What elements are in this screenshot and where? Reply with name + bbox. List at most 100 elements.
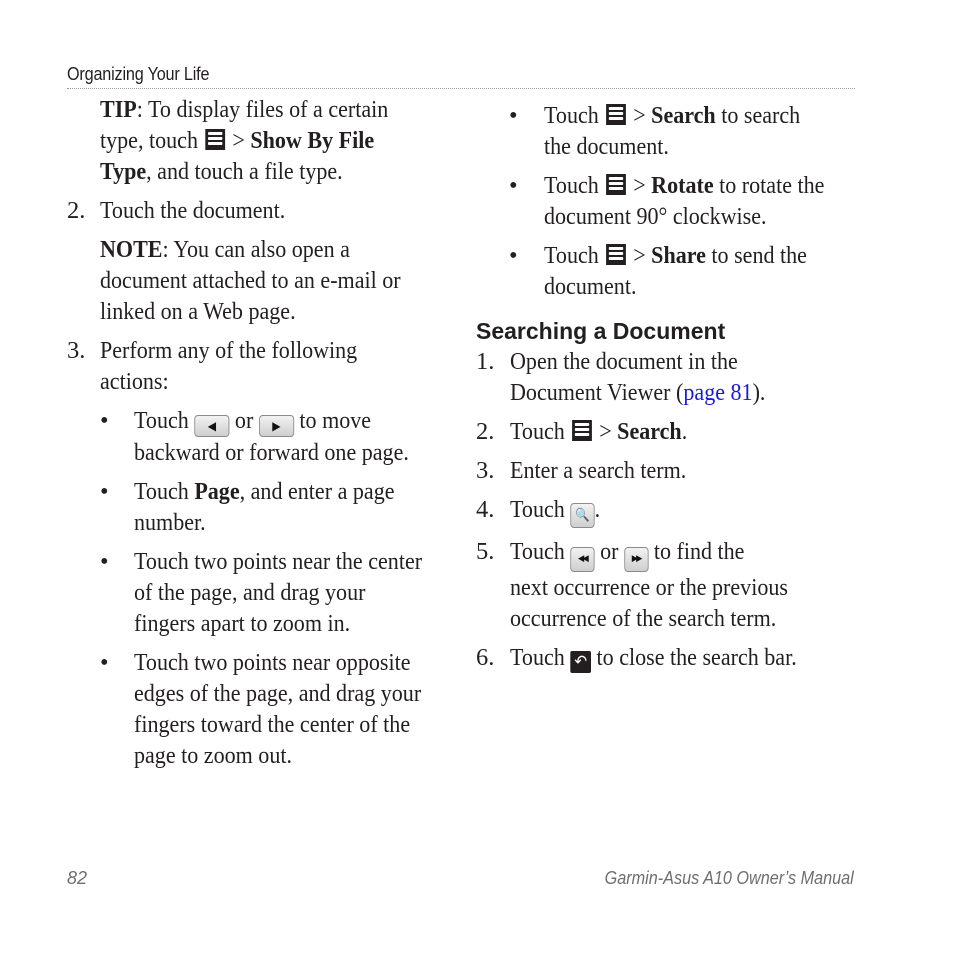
step-text: Touch [510,496,565,523]
step-text: Open the document in the [510,348,738,375]
bullet-marker: • [100,548,109,575]
bullet-item: • Touch ◀ or ▶ to move backward or forwa… [67,405,452,468]
bullet-marker: • [100,407,109,434]
menu-icon [606,244,626,265]
menu-option: Rotate [651,172,714,199]
bullet-text: Touch [544,172,599,199]
step-text: next occurrence or the previous [510,574,788,601]
step-text: Touch the document. [100,197,286,224]
search-step-5: 5. Touch ◀◀ or ▶▶ to find the next occur… [476,536,866,634]
bullet-text: document 90° clockwise. [544,203,767,230]
separator: > [599,418,612,445]
bullet-text: of the page, and drag your [134,579,366,606]
manual-title: Garmin-Asus A10 Owner’s Manual [604,868,854,888]
step-text: Touch [510,538,565,565]
search-step-3: 3. Enter a search term. [476,455,866,486]
step-number: 5. [476,538,495,565]
bullet-text: Touch two points near the center [134,548,423,575]
bullet-text: Touch [134,478,189,505]
bullet-text: Touch [544,242,599,269]
bullet-marker: • [100,478,109,505]
separator: > [633,242,646,269]
search-icon: 🔍 [570,503,595,528]
bullet-item: • Touch two points near the center of th… [67,546,452,639]
separator: > [633,172,646,199]
bullet-text: to search [721,102,801,129]
bullet-text: Touch two points near opposite [134,649,411,676]
step-number: 4. [476,496,495,523]
menu-icon [205,129,226,150]
previous-page-icon: ◀ [194,415,230,437]
separator: > [232,127,245,154]
section-title: Organizing Your Life [67,64,210,84]
step-text: . [681,418,688,445]
step-text: Enter a search term. [510,457,687,484]
bullet-text: to rotate the [719,172,825,199]
step-2: 2. Touch the document. [67,195,452,226]
step-text: or [600,538,619,565]
bullet-marker: • [509,242,518,269]
step-text: . [594,496,601,523]
menu-option: Page [194,478,240,505]
bullet-text: number. [134,509,206,536]
step-number: 3. [67,337,86,364]
section-heading: Searching a Document [476,318,726,344]
step-text: occurrence of the search term. [510,605,777,632]
step-number: 2. [67,197,86,224]
step-text: ). [752,379,766,406]
bullet-marker: • [509,102,518,129]
bullet-text: Touch [544,102,599,129]
note-text: document attached to an e-mail or [100,267,401,294]
menu-icon [606,104,626,125]
step-text: to find the [653,538,745,565]
bullet-marker: • [100,649,109,676]
note-text: : You can also open a [162,236,350,263]
bullet-text: backward or forward one page. [134,439,409,466]
step-3: 3. Perform any of the following actions: [67,335,452,397]
step-text: Perform any of the following [100,337,358,364]
note-text: linked on a Web page. [100,298,296,325]
menu-option: Show By File [250,127,375,154]
step-text: Touch [510,418,565,445]
bullet-text: , and enter a page [239,478,395,505]
bullet-text: edges of the page, and drag your [134,680,422,707]
search-step-4: 4. Touch 🔍. [476,494,866,528]
close-search-icon: ↶ [570,651,592,673]
bullet-item: • Touch > Rotate to rotate the document … [476,170,866,232]
header-divider [67,88,855,89]
left-column: TIP: To display files of a certain type,… [67,94,452,771]
tip-text: , and touch a file type. [146,158,343,185]
bullet-text: document. [544,273,637,300]
search-step-2: 2. Touch > Search. [476,416,866,447]
note-block: NOTE: You can also open a document attac… [67,234,452,327]
rewind-icon: ◀◀ [570,547,595,572]
note-label: NOTE [100,236,163,263]
menu-icon [572,420,592,441]
page-number: 82 [67,868,88,888]
bullet-item: • Touch two points near opposite edges o… [67,647,452,771]
bullet-text: page to zoom out. [134,742,292,769]
step-number: 6. [476,644,495,671]
bullet-text: the document. [544,133,669,160]
search-step-6: 6. Touch ↶ to close the search bar. [476,642,866,673]
bullet-text: or [234,407,254,434]
menu-option: Type [100,158,147,185]
step-text: actions: [100,368,169,395]
tip-label: TIP [100,96,137,123]
right-column: • Touch > Search to search the document.… [476,100,866,673]
tip-text: type, touch [100,127,198,154]
bullet-marker: • [509,172,518,199]
tip-text: : To display files of a certain [136,96,389,123]
menu-option: Share [651,242,706,269]
page-81-link[interactable]: page 81 [683,379,752,406]
tip-block: TIP: To display files of a certain type,… [67,94,452,187]
bullet-text: Touch [134,407,189,434]
bullet-text: fingers toward the center of the [134,711,411,738]
menu-option: Search [617,418,682,445]
bullet-item: • Touch > Search to search the document. [476,100,866,162]
bullet-item: • Touch Page, and enter a page number. [67,476,452,538]
separator: > [633,102,646,129]
search-step-1: 1. Open the document in the Document Vie… [476,346,866,408]
step-text: Touch [510,644,565,671]
step-number: 3. [476,457,495,484]
